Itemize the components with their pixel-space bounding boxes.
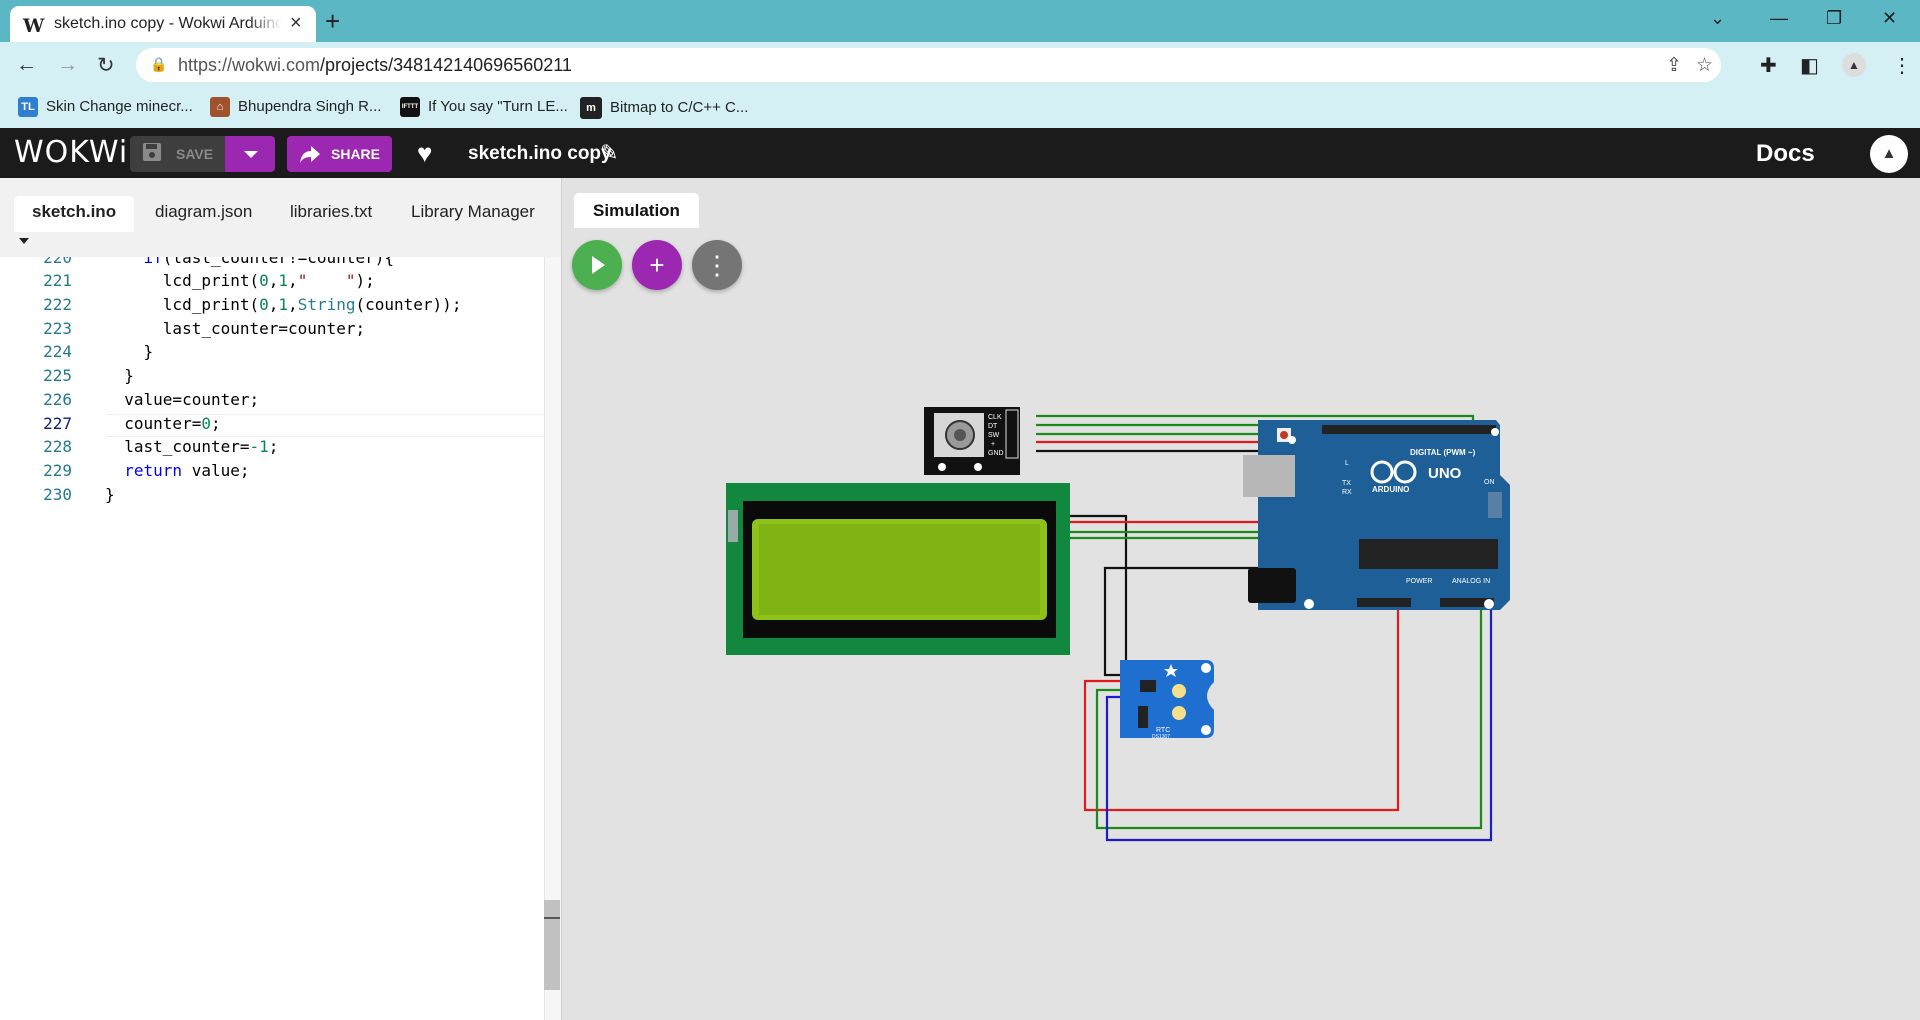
mounting-hole (1304, 599, 1314, 609)
arduino-brand-text: ARDUINO (1372, 485, 1409, 494)
rtc-battery-contact (1172, 706, 1186, 720)
icsp-header (1488, 492, 1502, 518)
rtc-battery-contact (1172, 684, 1186, 698)
pin-label: DT (988, 423, 998, 430)
mounting-hole (938, 463, 946, 471)
pin-label: SW (988, 432, 1000, 439)
digital-label: DIGITAL (PWM ~) (1410, 448, 1476, 457)
arduino-uno[interactable]: DIGITAL (PWM ~) ARDUINO UNO TX RX L ON P… (1243, 420, 1510, 610)
rx-label: RX (1342, 489, 1352, 496)
lcd-i2c-pins (728, 510, 738, 542)
l-led-label: L (1345, 460, 1349, 467)
lcd-display[interactable] (726, 483, 1070, 655)
usb-port (1243, 455, 1295, 497)
rtc-chip (1140, 680, 1156, 692)
tx-label: TX (1342, 480, 1351, 487)
reset-button-cap (1280, 431, 1288, 439)
analog-label: ANALOG IN (1452, 578, 1490, 585)
power-label: POWER (1406, 578, 1432, 585)
mounting-hole (1201, 663, 1211, 673)
mounting-hole (1288, 436, 1296, 444)
power-jack (1248, 568, 1296, 603)
rtc-label: RTC (1156, 727, 1170, 734)
mounting-hole (1484, 599, 1494, 609)
digital-header (1322, 425, 1496, 434)
rotary-encoder[interactable]: CLK DT SW + GND (924, 407, 1020, 475)
circuit-diagram: CLK DT SW + GND DIGITAL (PWM ~) ARDUINO … (726, 407, 1510, 842)
pin-label: CLK (988, 414, 1002, 421)
lcd-character-grid (759, 524, 1040, 615)
rtc-chip-label: DS1307 (1152, 734, 1170, 740)
mounting-hole (1201, 725, 1211, 735)
power-header (1357, 598, 1411, 607)
arduino-model-text: UNO (1428, 465, 1462, 482)
encoder-shaft (954, 429, 966, 441)
pin-label: + (991, 441, 995, 448)
atmega-chip (1359, 539, 1498, 569)
pin-label: GND (988, 450, 1004, 457)
on-led-label: ON (1484, 479, 1495, 486)
rtc-module[interactable]: RTC DS1307 (1120, 660, 1214, 740)
mounting-hole (974, 463, 982, 471)
rtc-crystal (1138, 706, 1148, 728)
mounting-hole (1491, 428, 1499, 436)
